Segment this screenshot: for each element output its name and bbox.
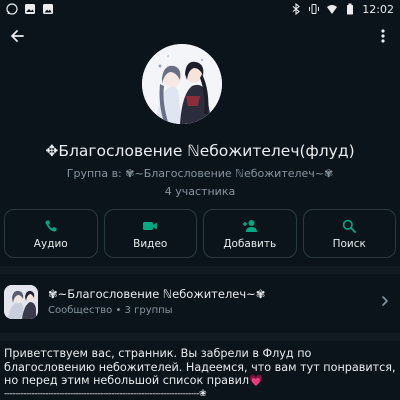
arrow-left-icon xyxy=(11,30,24,42)
phone-icon xyxy=(43,218,59,234)
search-icon xyxy=(341,218,357,234)
action-row: Аудио Видео Добавить Поиск xyxy=(4,209,396,258)
community-name: ✾~Благословение ℕебожителеч~✾ xyxy=(48,287,266,301)
add-participant-label: Добавить xyxy=(223,237,277,250)
wifi-icon xyxy=(326,3,338,15)
add-person-icon xyxy=(242,218,258,234)
more-options-button[interactable] xyxy=(372,25,394,47)
whatsapp-icon xyxy=(6,3,18,15)
section-divider xyxy=(0,266,400,274)
member-count: 4 участника xyxy=(164,185,236,198)
audio-call-label: Аудио xyxy=(33,237,68,250)
search-button[interactable]: Поиск xyxy=(302,209,396,258)
gallery-icon xyxy=(42,3,54,15)
app-bar xyxy=(0,22,400,50)
avatar-illustration xyxy=(142,44,222,124)
add-participant-button[interactable]: Добавить xyxy=(203,209,297,258)
video-call-label: Видео xyxy=(133,237,168,250)
status-time: 12:02 xyxy=(362,2,394,16)
community-avatar xyxy=(4,285,38,319)
image-icon xyxy=(24,3,36,15)
more-vertical-icon xyxy=(381,29,385,43)
group-description: Приветствуем вас, странник. Вы забрели в… xyxy=(4,347,396,387)
search-label: Поиск xyxy=(332,237,366,250)
status-bar: 12:02 xyxy=(0,0,400,18)
description-separator: ----------------------------------------… xyxy=(4,389,207,399)
back-button[interactable] xyxy=(6,25,28,47)
section-divider-2 xyxy=(0,333,400,341)
video-call-button[interactable]: Видео xyxy=(103,209,197,258)
bluetooth-icon xyxy=(290,3,302,15)
chevron-right-icon xyxy=(382,296,388,306)
community-meta: Сообщество • 3 группы xyxy=(48,305,173,316)
battery-icon xyxy=(344,3,356,15)
community-row[interactable]: ✾~Благословение ℕебожителеч~✾ Сообщество… xyxy=(0,279,400,325)
group-avatar[interactable] xyxy=(142,44,222,124)
video-icon xyxy=(142,218,158,234)
group-name[interactable]: ✥Благословение ℕебожителеч(флуд) xyxy=(0,142,400,160)
vibrate-icon xyxy=(308,3,320,15)
audio-call-button[interactable]: Аудио xyxy=(4,209,98,258)
group-parent-community[interactable]: Группа в: ✾~Благословение ℕебожителеч~✾ xyxy=(0,167,400,180)
